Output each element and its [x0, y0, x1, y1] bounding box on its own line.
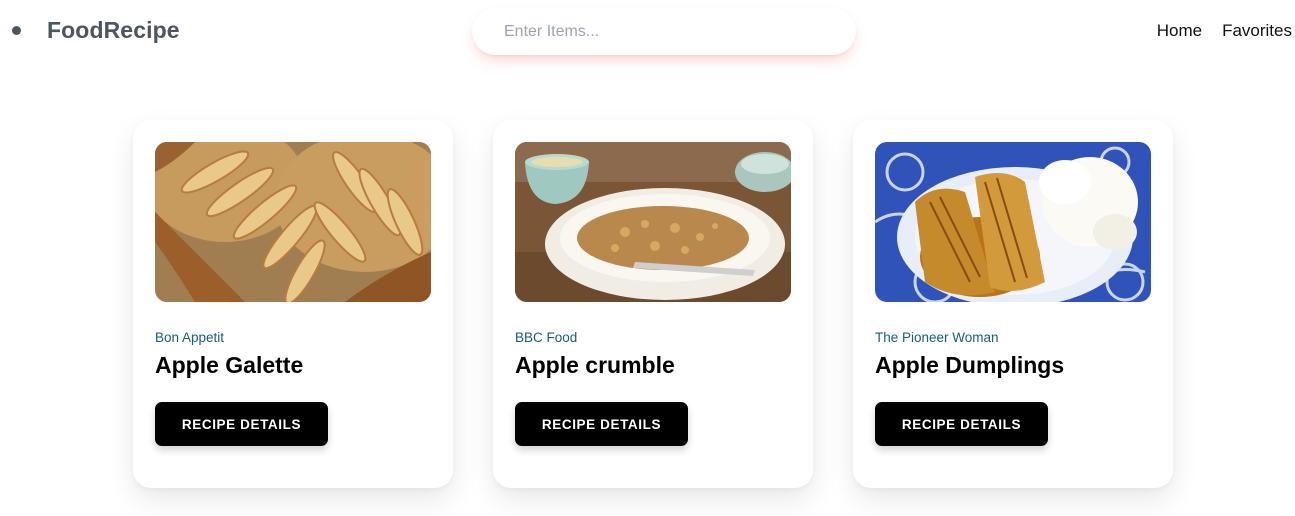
recipe-publisher: BBC Food — [515, 330, 578, 345]
bullet-icon — [12, 26, 21, 35]
brand-name[interactable]: FoodRecipe — [47, 17, 180, 44]
brand[interactable]: FoodRecipe — [12, 17, 180, 44]
recipe-title: Apple Dumplings — [875, 352, 1065, 378]
nav-link-favorites[interactable]: Favorites — [1222, 21, 1292, 41]
recipe-image — [155, 142, 431, 302]
recipe-title: Apple crumble — [515, 352, 675, 378]
recipe-publisher: Bon Appetit — [155, 330, 225, 345]
recipe-card: Bon Appetit Apple Galette RECIPE DETAILS — [133, 120, 453, 488]
recipe-title: Apple Galette — [155, 352, 304, 378]
recipe-details-button[interactable]: RECIPE DETAILS — [155, 402, 328, 446]
recipe-card: BBC Food Apple crumble RECIPE DETAILS — [493, 120, 813, 488]
nav-link-home[interactable]: Home — [1157, 21, 1202, 41]
recipe-image — [875, 142, 1151, 302]
nav-links: Home Favorites — [1137, 21, 1292, 41]
recipe-publisher: The Pioneer Woman — [875, 330, 999, 345]
recipe-details-button[interactable]: RECIPE DETAILS — [875, 402, 1048, 446]
search-bar — [472, 8, 856, 55]
search-input[interactable] — [504, 22, 824, 41]
recipe-details-button[interactable]: RECIPE DETAILS — [515, 402, 688, 446]
recipe-card: The Pioneer Woman Apple Dumplings RECIPE… — [853, 120, 1173, 488]
navbar: FoodRecipe Home Favorites — [0, 0, 1295, 70]
recipe-image — [515, 142, 791, 302]
